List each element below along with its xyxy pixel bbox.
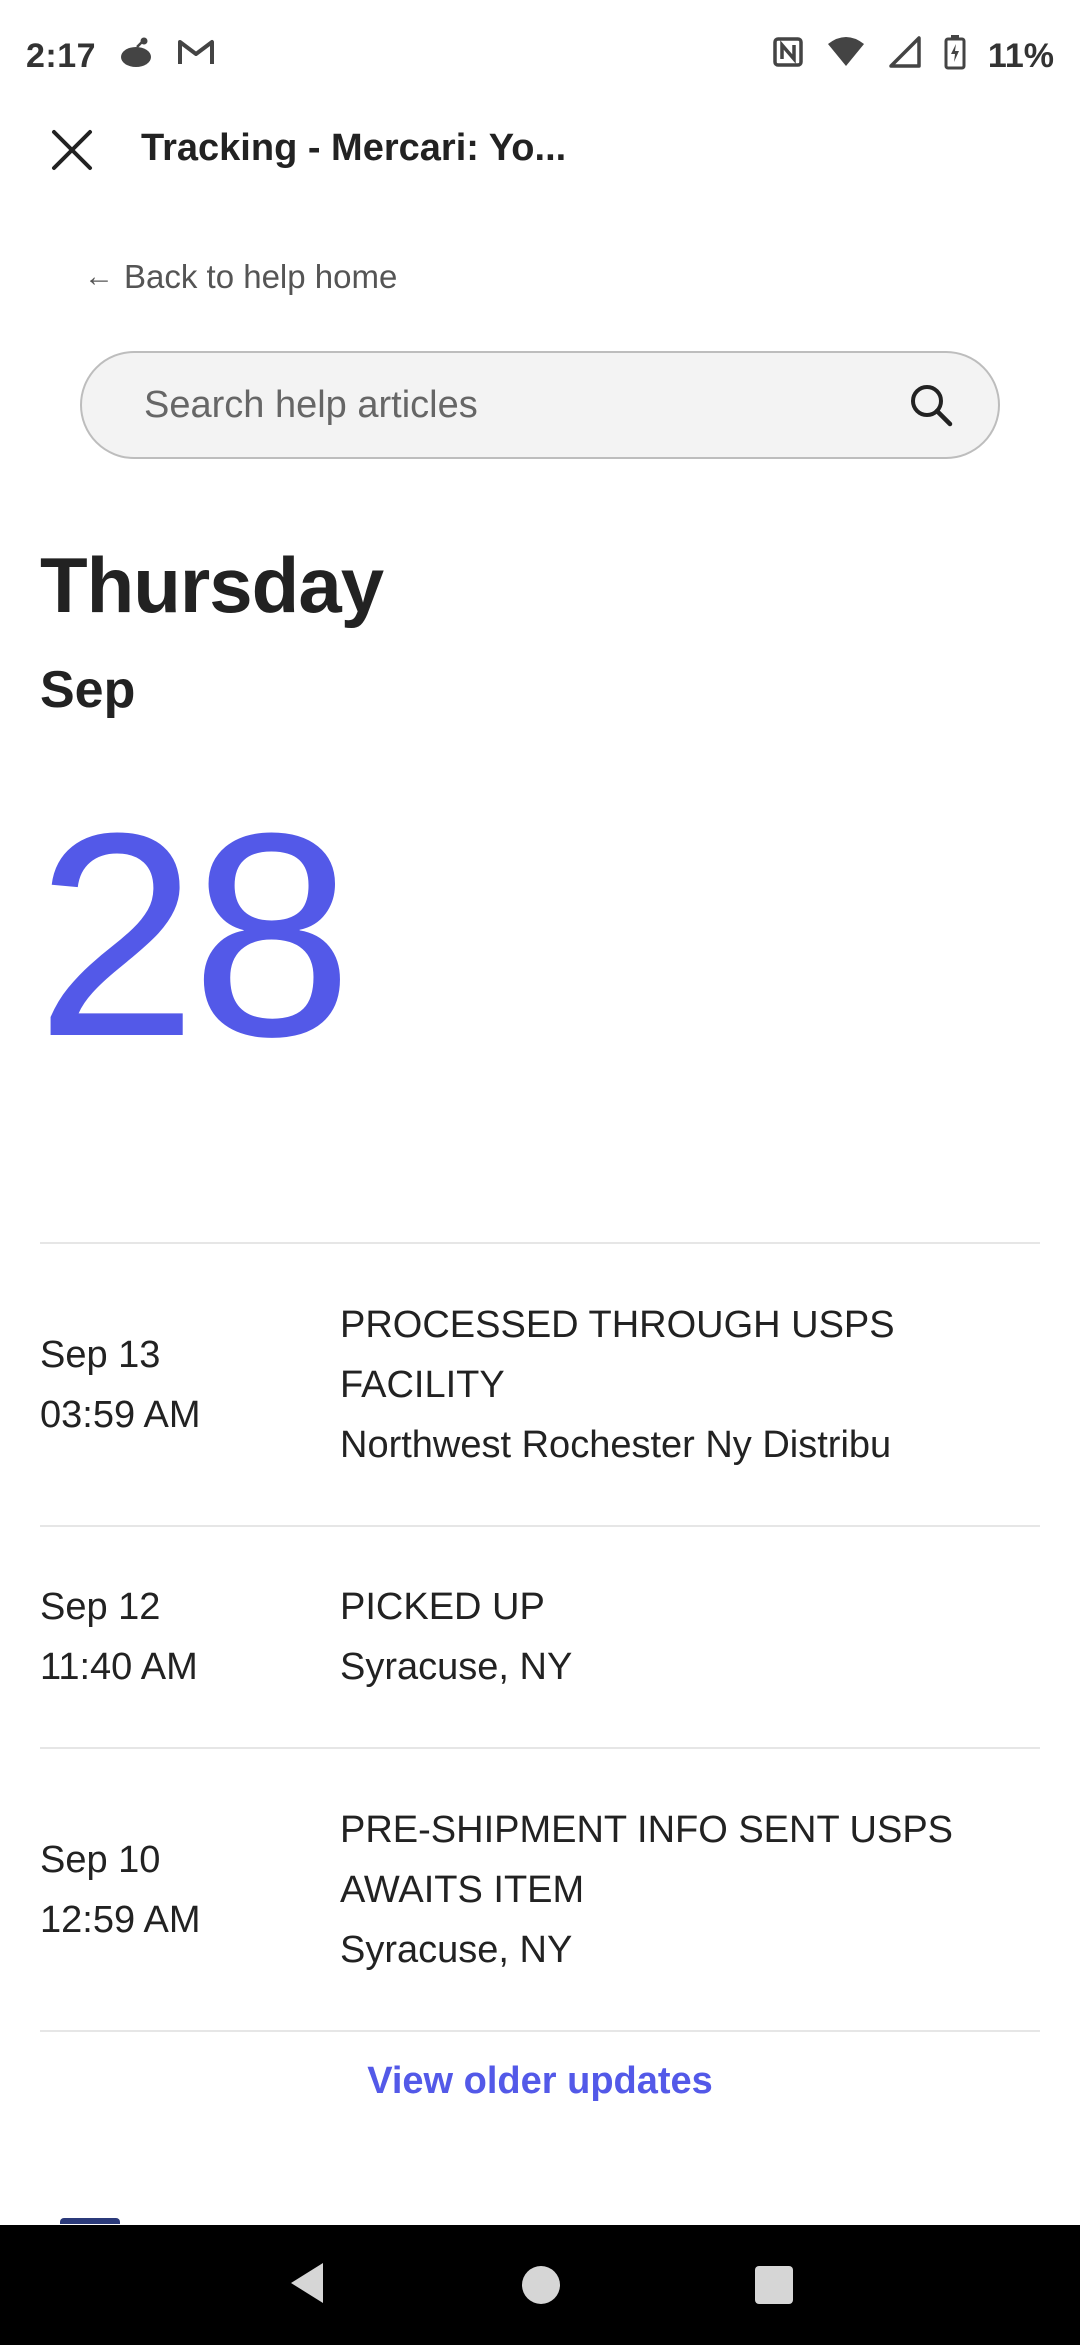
timeline-details: PICKED UP Syracuse, NY [340, 1577, 1040, 1697]
timeline-details: PRE-SHIPMENT INFO SENT USPS AWAITS ITEM … [340, 1800, 1040, 1980]
arrow-left-icon: ← [84, 260, 114, 293]
timeline-divider [40, 2030, 1040, 2032]
search-icon[interactable] [908, 382, 954, 428]
status-time: 2:17 [26, 36, 97, 75]
status-bar: 2:17 11% [0, 0, 1080, 112]
status-right: 11% [772, 34, 1054, 79]
timeline-status: PROCESSED THROUGH USPS [340, 1303, 895, 1346]
timeline-time: 03:59 AM [40, 1393, 201, 1436]
partial-content-edge [60, 2218, 120, 2224]
timeline-status: PRE-SHIPMENT INFO SENT USPS [340, 1808, 954, 1851]
reddit-icon [118, 35, 154, 78]
delivery-weekday: Thursday [40, 541, 384, 629]
nfc-icon [772, 36, 804, 77]
nav-back-icon[interactable] [287, 2261, 327, 2310]
timeline-status-cont: AWAITS ITEM [340, 1868, 585, 1911]
timeline-date: Sep 12 [40, 1586, 161, 1628]
wifi-icon [826, 36, 866, 77]
timeline-time: 12:59 AM [40, 1898, 201, 1941]
timeline-location: Syracuse, NY [340, 1928, 573, 1971]
view-older-updates-link[interactable]: View older updates [0, 2060, 1080, 2103]
close-icon [50, 128, 94, 177]
close-button[interactable] [40, 120, 104, 184]
gmail-icon [176, 36, 216, 77]
delivery-day: 28 [36, 773, 353, 1097]
timeline-date: Sep 10 [40, 1838, 161, 1881]
timeline-datetime: Sep 10 12:59 AM [40, 1830, 340, 1950]
search-placeholder: Search help articles [144, 383, 478, 426]
signal-icon [888, 35, 922, 77]
timeline-row: Sep 12 11:40 AM PICKED UP Syracuse, NY [40, 1525, 1040, 1747]
timeline-datetime: Sep 13 03:59 AM [40, 1325, 340, 1445]
timeline-status: PICKED UP [340, 1586, 545, 1628]
system-nav-bar [0, 2225, 1080, 2345]
status-left: 2:17 [26, 35, 216, 78]
back-link-label: Back to help home [124, 258, 398, 295]
timeline-details: PROCESSED THROUGH USPS FACILITY Northwes… [340, 1295, 1040, 1475]
nav-recents-icon[interactable] [754, 2266, 793, 2304]
app-bar: Tracking - Mercari: Yo... [0, 112, 1080, 220]
timeline-row: Sep 10 12:59 AM PRE-SHIPMENT INFO SENT U… [40, 1747, 1040, 2030]
back-to-help-home-link[interactable]: ← Back to help home [84, 258, 397, 296]
timeline-date: Sep 13 [40, 1333, 161, 1376]
timeline-location: Northwest Rochester Ny Distribu [340, 1423, 892, 1466]
battery-charging-icon [944, 34, 966, 79]
nav-home-icon[interactable] [521, 2266, 560, 2304]
battery-percent: 11% [987, 36, 1054, 75]
timeline-location: Syracuse, NY [340, 1646, 573, 1688]
timeline-status-cont: FACILITY [340, 1363, 505, 1406]
page-title: Tracking - Mercari: Yo... [141, 127, 567, 169]
search-input[interactable]: Search help articles [80, 351, 1000, 459]
tracking-timeline: Sep 13 03:59 AM PROCESSED THROUGH USPS F… [40, 1242, 1040, 2032]
timeline-row: Sep 13 03:59 AM PROCESSED THROUGH USPS F… [40, 1242, 1040, 1525]
timeline-datetime: Sep 12 11:40 AM [40, 1577, 340, 1697]
delivery-month: Sep [40, 661, 136, 719]
timeline-time: 11:40 AM [40, 1646, 198, 1688]
